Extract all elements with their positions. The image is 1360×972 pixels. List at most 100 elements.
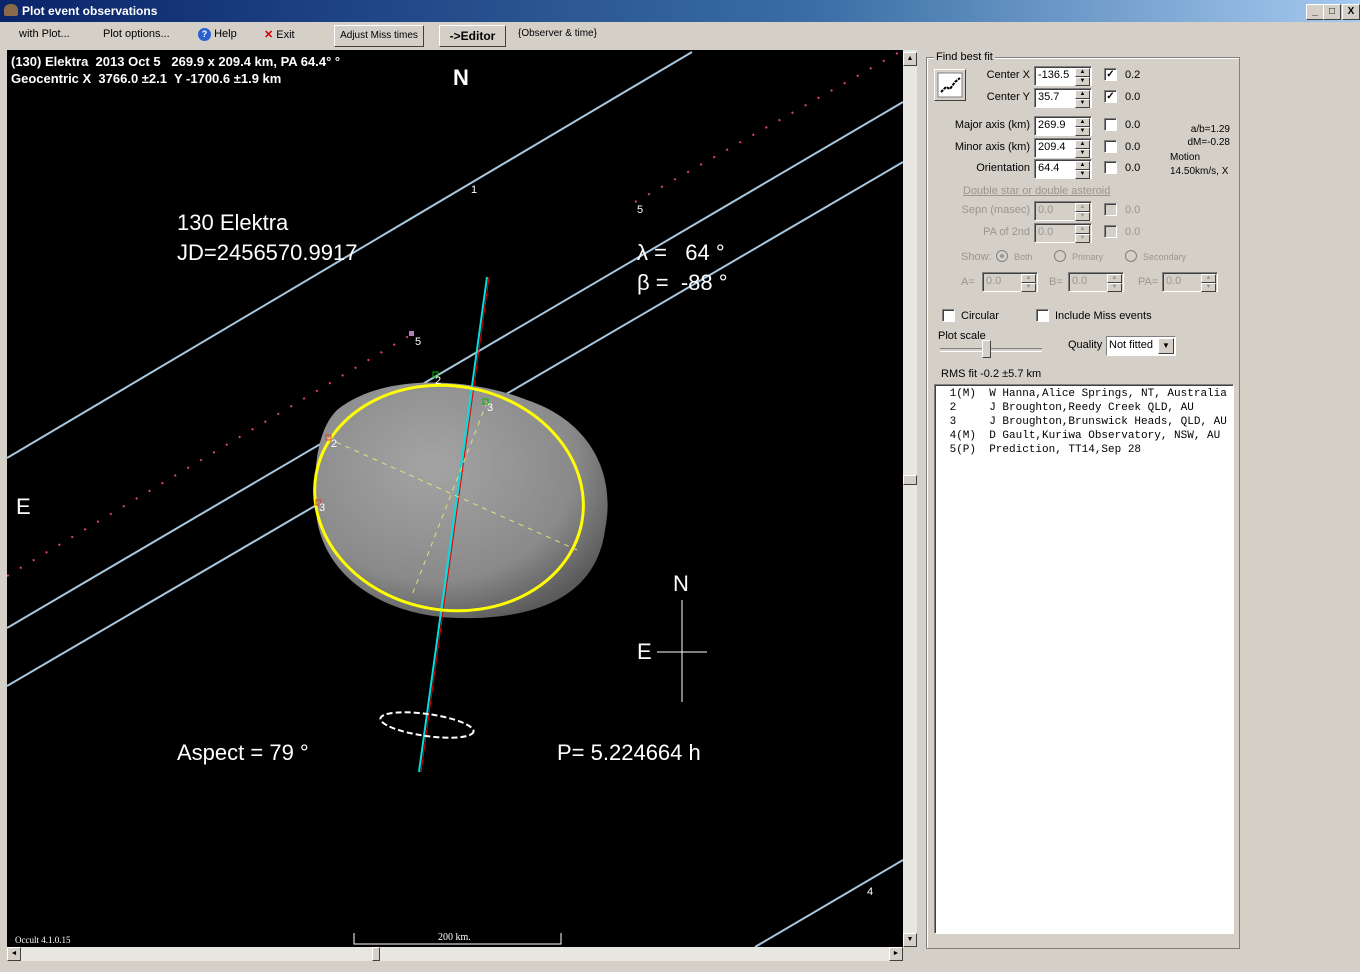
pa2-checkbox[interactable] [1104,225,1117,238]
center-x-spinner[interactable]: -136.5 ▲ ▼ [1034,66,1092,86]
spin-down[interactable]: ▼ [1075,149,1090,158]
a-spinner[interactable]: 0.0 ▲ ▼ [982,272,1038,292]
major-axis-checkbox[interactable] [1104,118,1117,131]
vertical-scroll-thumb[interactable] [903,475,917,485]
minor-axis-checkbox[interactable] [1104,140,1117,153]
pa-value[interactable]: 0.0 [1166,275,1181,287]
center-y-value[interactable]: 35.7 [1038,91,1059,103]
observer-list[interactable]: 1(M) W Hanna,Alice Springs, NT, Australi… [934,384,1234,934]
spin-up[interactable]: ▲ [1075,140,1090,149]
sepn-spinner[interactable]: 0.0 ▲ ▼ [1034,201,1092,221]
exit-icon: ✕ [264,29,274,41]
scroll-left-button[interactable]: ◄ [7,947,21,961]
spin-up[interactable]: ▲ [1075,161,1090,170]
list-item[interactable]: 3 J Broughton,Brunswick Heads, QLD, AU [935,415,1233,429]
show-secondary-radio[interactable] [1125,250,1137,262]
orientation-delta: 0.0 [1125,162,1141,174]
spin-up[interactable]: ▲ [1075,203,1090,212]
spin-up[interactable]: ▲ [1021,274,1036,283]
spin-down[interactable]: ▼ [1075,127,1090,136]
plot-canvas[interactable]: (130) Elektra 2013 Oct 5 269.9 x 209.4 k… [7,50,903,947]
horizontal-scroll-thumb[interactable] [372,947,380,961]
minimize-button[interactable]: _ [1306,4,1324,20]
menu-exit[interactable]: ✕ Exit [264,28,295,41]
motion-label: Motion [1170,152,1201,163]
plot-scale-label: Plot scale [938,330,986,342]
spin-down[interactable]: ▼ [1075,170,1090,179]
scroll-down-button[interactable]: ▼ [903,933,917,947]
b-value[interactable]: 0.0 [1072,275,1087,287]
center-y-label: Center Y [986,91,1030,103]
spin-up[interactable]: ▲ [1201,274,1216,283]
plot-vertical-scrollbar[interactable]: ▲ ▼ [903,50,917,947]
show-primary-radio[interactable] [1054,250,1066,262]
period-value: P= 5.224664 h [557,740,701,765]
spin-down[interactable]: ▼ [1075,212,1090,221]
list-item[interactable]: 4(M) D Gault,Kuriwa Observatory, NSW, AU [935,429,1233,443]
spin-down[interactable]: ▼ [1075,77,1090,86]
pa2-value[interactable]: 0.0 [1038,226,1053,238]
include-miss-checkbox[interactable] [1036,309,1049,322]
center-x-value[interactable]: -136.5 [1038,69,1069,81]
list-item[interactable]: 2 J Broughton,Reedy Creek QLD, AU [935,401,1233,415]
menu-with-plot[interactable]: with Plot... [19,28,70,40]
list-item[interactable]: 1(M) W Hanna,Alice Springs, NT, Australi… [935,387,1233,401]
pa2-spinner[interactable]: 0.0 ▲ ▼ [1034,223,1092,243]
a-label: A= [961,276,975,288]
spin-down[interactable]: ▼ [1075,234,1090,243]
center-x-checkbox[interactable]: ✓ [1104,68,1117,81]
prediction-label-5b: 5 [637,204,644,216]
sepn-label: Sepn (masec) [961,204,1030,216]
menu-help[interactable]: ? Help [198,28,237,41]
chord-label-4: 4 [867,886,874,898]
b-spinner[interactable]: 0.0 ▲ ▼ [1068,272,1124,292]
scroll-up-button[interactable]: ▲ [903,52,917,66]
plot-scale-track[interactable] [940,348,1042,352]
spin-up[interactable]: ▲ [1075,68,1090,77]
center-y-spinner[interactable]: 35.7 ▲ ▼ [1034,88,1092,108]
sepn-checkbox[interactable] [1104,203,1117,216]
aspect-value: Aspect = 79 ° [177,740,309,765]
plot-horizontal-scrollbar[interactable]: ◄ ► [7,947,903,961]
major-axis-spinner[interactable]: 269.9 ▲ ▼ [1034,116,1092,136]
pa-spinner[interactable]: 0.0 ▲ ▼ [1162,272,1218,292]
double-star-link[interactable]: Double star or double asteroid [963,185,1110,197]
menu-plot-options[interactable]: Plot options... [103,28,170,40]
observer-time-label[interactable]: {Observer & time} [518,28,597,39]
major-axis-value[interactable]: 269.9 [1038,119,1066,131]
orientation-spinner[interactable]: 64.4 ▲ ▼ [1034,159,1092,179]
scroll-right-button[interactable]: ► [889,947,903,961]
spin-up[interactable]: ▲ [1075,118,1090,127]
show-both-radio[interactable] [996,250,1008,262]
orientation-value[interactable]: 64.4 [1038,162,1059,174]
adjust-miss-times-button[interactable]: Adjust Miss times [334,25,424,47]
chord-label-3: 3 [487,402,494,414]
sepn-value[interactable]: 0.0 [1038,204,1053,216]
spin-down[interactable]: ▼ [1075,99,1090,108]
spin-down[interactable]: ▼ [1107,283,1122,292]
version-label: Occult 4.1.0.15 [15,935,71,945]
list-item[interactable]: 5(P) Prediction, TT14,Sep 28 [935,443,1233,457]
close-button[interactable]: X [1342,4,1360,20]
spin-up[interactable]: ▲ [1075,225,1090,234]
circular-checkbox[interactable] [942,309,955,322]
minor-axis-spinner[interactable]: 209.4 ▲ ▼ [1034,138,1092,158]
maximize-button[interactable]: □ [1323,4,1341,20]
dropdown-arrow-icon[interactable]: ▼ [1158,338,1174,354]
quality-select[interactable]: Not fitted ▼ [1106,336,1176,356]
center-y-checkbox[interactable]: ✓ [1104,90,1117,103]
spin-up[interactable]: ▲ [1075,90,1090,99]
spin-up[interactable]: ▲ [1107,274,1122,283]
minor-axis-value[interactable]: 209.4 [1038,141,1066,153]
circular-label: Circular [961,310,999,322]
compass-n-label: N [673,571,689,596]
a-value[interactable]: 0.0 [986,275,1001,287]
editor-button[interactable]: ->Editor [439,25,506,47]
orientation-checkbox[interactable] [1104,161,1117,174]
window-title: Plot event observations [22,4,158,18]
beta-value: β = -88 ° [637,270,728,295]
spin-down[interactable]: ▼ [1201,283,1216,292]
minor-axis-delta: 0.0 [1125,141,1141,153]
spin-down[interactable]: ▼ [1021,283,1036,292]
plot-scale-thumb[interactable] [982,340,991,358]
